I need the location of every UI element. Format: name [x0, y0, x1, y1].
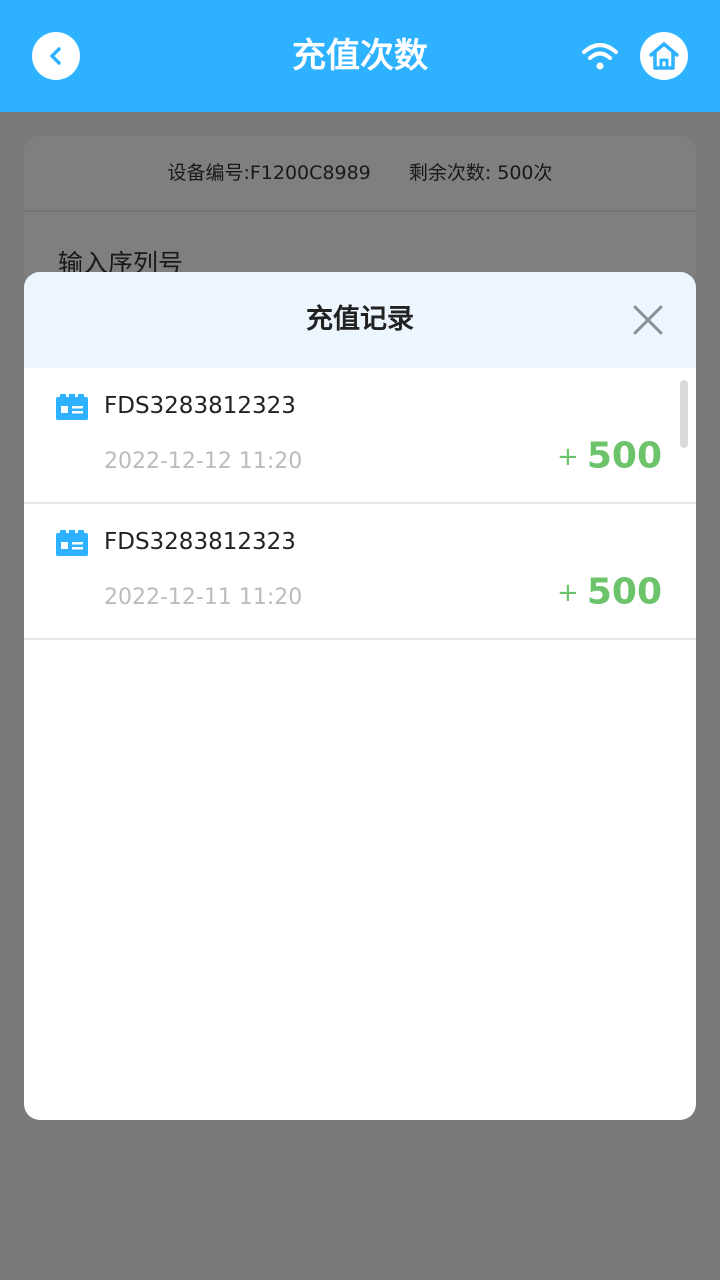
modal-header: 充值记录: [24, 272, 696, 368]
amount-value: 500: [586, 571, 662, 613]
modal-title: 充值记录: [306, 304, 414, 335]
amount-plus-sign: +: [557, 441, 579, 472]
scrollbar[interactable]: [680, 380, 688, 448]
record-code: FDS3283812323: [104, 529, 296, 555]
record-amount: +500: [557, 568, 662, 617]
amount-value: 500: [586, 435, 662, 477]
list-item[interactable]: FDS3283812323 2022-12-11 11:20 +500: [24, 504, 696, 640]
recharge-records-modal: 充值记录 FDS3283812323 2022-12-12 11:20 + 50…: [24, 272, 696, 1120]
wifi-icon: [582, 43, 618, 70]
home-icon: [649, 42, 679, 70]
record-code: FDS3283812323: [104, 393, 296, 419]
amount-plus-sign: +: [557, 577, 579, 608]
card-icon: [56, 530, 88, 556]
top-bar: 充值次数: [0, 0, 720, 112]
card-icon: [56, 394, 88, 420]
record-time: 2022-12-11 11:20: [104, 585, 303, 610]
list-item[interactable]: FDS3283812323 2022-12-12 11:20 +500: [24, 368, 696, 504]
record-amount: +500: [557, 432, 662, 481]
page: 充值次数 设备编号:F1200C8989 剩余次数: 500次 输入序列号 充值…: [0, 0, 720, 1280]
record-time: 2022-12-12 11:20: [104, 449, 303, 474]
close-icon: [633, 305, 663, 335]
home-button[interactable]: [640, 32, 688, 80]
close-button[interactable]: [628, 300, 668, 340]
